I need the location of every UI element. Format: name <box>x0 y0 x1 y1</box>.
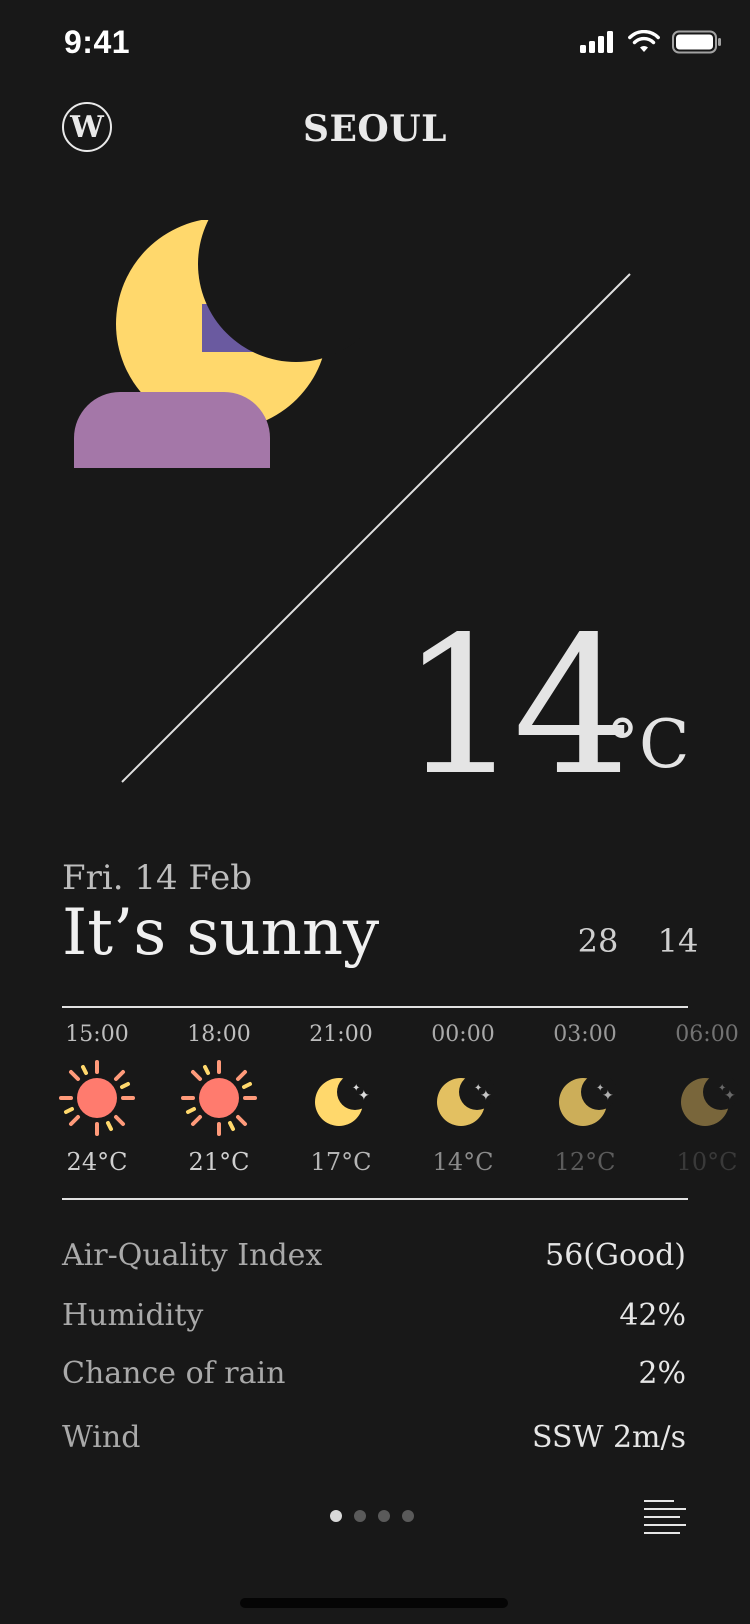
hourly-item: 15:00 24°C <box>36 1020 158 1180</box>
hourly-item: 03:00 ✦ ✦ 12°C <box>524 1020 646 1180</box>
menu-icon[interactable] <box>644 1500 686 1534</box>
sun-icon <box>59 1060 135 1136</box>
moon-icon: ✦ ✦ <box>315 1074 373 1126</box>
divider-top <box>62 1006 688 1008</box>
stat-value-wind: SSW 2m/s <box>532 1420 686 1455</box>
page-dot-2[interactable] <box>354 1510 366 1522</box>
hourly-item: 21:00 ✦ ✦ 17°C <box>280 1020 402 1180</box>
svg-text:✦: ✦ <box>724 1088 736 1104</box>
hour-temp: 17°C <box>310 1148 372 1176</box>
low-temperature: 14 <box>657 922 699 960</box>
hour-time: 18:00 <box>187 1022 251 1047</box>
hour-temp: 10°C <box>676 1148 738 1176</box>
hourly-item: 18:00 21°C <box>158 1020 280 1180</box>
moon-icon: ✦ ✦ <box>559 1074 617 1126</box>
stat-value-rain: 2% <box>638 1356 686 1391</box>
diagonal-line <box>121 273 631 783</box>
stat-label-aqi: Air-Quality Index <box>62 1238 323 1273</box>
stat-value-aqi: 56(Good) <box>545 1238 686 1273</box>
hour-time: 21:00 <box>309 1022 373 1047</box>
moon-icon: ✦ ✦ <box>437 1074 495 1126</box>
stat-label-humidity: Humidity <box>62 1298 204 1333</box>
svg-text:✦: ✦ <box>602 1088 614 1104</box>
high-temperature: 28 <box>577 922 619 960</box>
stat-label-rain: Chance of rain <box>62 1356 286 1391</box>
hourly-forecast[interactable]: 15:00 24°C 18:00 21°C 21:00 ✦ ✦ 17°C 00:… <box>36 1020 750 1180</box>
hour-time: 03:00 <box>553 1022 617 1047</box>
sun-icon <box>181 1060 257 1136</box>
svg-text:✦: ✦ <box>358 1088 370 1104</box>
page-dot-4[interactable] <box>402 1510 414 1522</box>
hourly-item: 06:00 ✦ ✦ 10°C <box>646 1020 750 1180</box>
page-indicator[interactable] <box>330 1510 414 1522</box>
hour-time: 06:00 <box>675 1022 739 1047</box>
hour-time: 15:00 <box>65 1022 129 1047</box>
date-label: Fri. 14 Feb <box>62 858 253 898</box>
moon-icon: ✦ ✦ <box>681 1074 739 1126</box>
hour-temp: 21°C <box>188 1148 250 1176</box>
temperature-unit: °C <box>606 706 690 783</box>
hour-temp: 12°C <box>554 1148 616 1176</box>
page-dot-1[interactable] <box>330 1510 342 1522</box>
divider-bottom <box>62 1198 688 1200</box>
stat-label-wind: Wind <box>62 1420 141 1455</box>
home-indicator[interactable] <box>240 1598 508 1608</box>
svg-text:✦: ✦ <box>480 1088 492 1104</box>
current-temperature: 14 <box>400 596 634 817</box>
hourly-item: 00:00 ✦ ✦ 14°C <box>402 1020 524 1180</box>
hour-temp: 24°C <box>66 1148 128 1176</box>
hour-temp: 14°C <box>432 1148 494 1176</box>
stat-value-humidity: 42% <box>619 1298 686 1333</box>
page-dot-3[interactable] <box>378 1510 390 1522</box>
condition-text: It’s sunny <box>62 896 380 970</box>
hour-time: 00:00 <box>431 1022 495 1047</box>
